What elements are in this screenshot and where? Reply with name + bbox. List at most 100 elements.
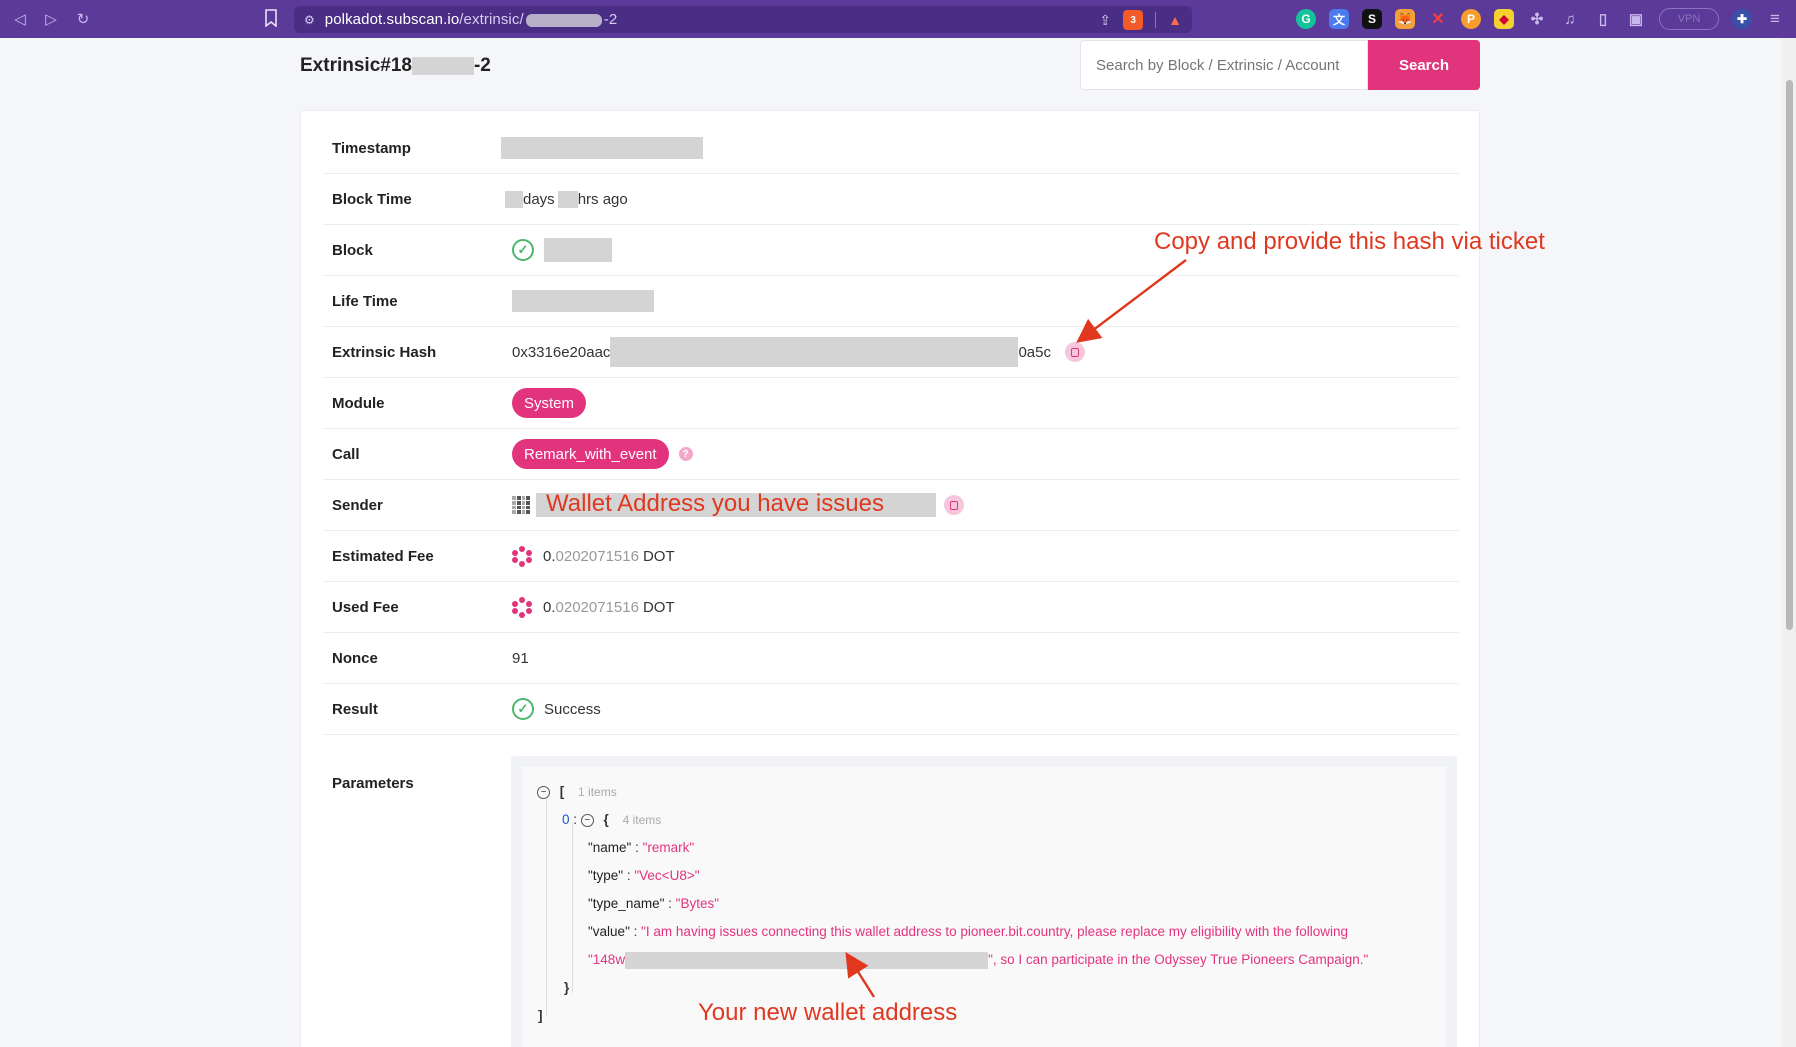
page-content: Extrinsic#18-2 Search Timestamp Block Ti… <box>0 38 1796 1047</box>
used-fee-label: Used Fee <box>332 598 399 616</box>
finalized-check-icon: ✓ <box>512 239 534 261</box>
result-value: ✓ Success <box>512 698 601 720</box>
sidebar-icon[interactable]: ▯ <box>1593 9 1613 29</box>
hash-redaction <box>610 337 1019 367</box>
block-time-days: days <box>523 190 555 208</box>
new-wallet-annotation: Your new wallet address <box>698 999 958 1026</box>
search-input[interactable] <box>1081 41 1367 89</box>
profile-flag-icon[interactable]: ✚ <box>1732 9 1752 29</box>
collapse-object-icon[interactable]: − <box>580 813 594 827</box>
module-value: System <box>512 388 587 418</box>
parameters-panel: − [ 1 items 0 : − { 4 items "name" : "re… <box>511 756 1457 1047</box>
block-number-redaction[interactable] <box>544 238 612 262</box>
back-icon[interactable]: ◁ <box>5 4 35 34</box>
sender-annotation: Wallet Address you have issues <box>546 490 884 517</box>
used-fee-dec: 0202071516 <box>555 598 639 616</box>
json-guide-outer <box>546 797 547 1017</box>
search-field[interactable] <box>1080 40 1368 90</box>
json-value-entry: "value" : "I am having issues connecting… <box>588 924 1349 939</box>
page-title: Extrinsic#18 -2 <box>300 55 491 76</box>
block-label: Block <box>332 241 373 259</box>
row-module: Module System <box>323 378 1459 429</box>
json-type-entry: "type" : "Vec<U8>" <box>588 868 700 883</box>
address-bar[interactable]: ⚙ polkadot.subscan.io/extrinsic/-2 ⇪ 3 ▲ <box>294 6 1192 33</box>
row-used-fee: Used Fee 0. 0202071516 DOT <box>323 582 1459 633</box>
puzzle-icon[interactable]: ✣ <box>1527 9 1547 29</box>
row-timestamp: Timestamp <box>323 123 1459 174</box>
json-name-entry: "name" : "remark" <box>588 840 695 855</box>
module-label: Module <box>332 394 385 412</box>
estimated-fee-value: 0. 0202071516 DOT <box>512 545 675 567</box>
brave-shields-icon[interactable]: 3 <box>1123 10 1144 30</box>
extension-shield-icon[interactable]: ◆ <box>1494 9 1514 29</box>
grammarly-icon[interactable]: G <box>1296 9 1316 29</box>
bookmark-icon[interactable] <box>264 9 278 28</box>
url-redaction <box>525 13 602 27</box>
brave-rewards-icon[interactable]: ▲ <box>1168 12 1182 28</box>
row-call: Call Remark_with_event ? <box>323 429 1459 480</box>
hash-annotation: Copy and provide this hash via ticket <box>1154 228 1545 255</box>
share-icon[interactable]: ⇪ <box>1099 12 1111 29</box>
hash-label: Extrinsic Hash <box>332 343 437 361</box>
row-life-time: Life Time <box>323 276 1459 327</box>
days-redaction <box>505 190 523 208</box>
music-icon[interactable]: ♫ <box>1560 9 1580 29</box>
used-fee-int: 0. <box>543 598 556 616</box>
search-button[interactable]: Search <box>1368 40 1480 90</box>
reload-icon[interactable]: ↻ <box>68 4 98 34</box>
polkadot-logo-icon <box>512 545 533 567</box>
timestamp-redaction <box>501 137 703 159</box>
json-value-entry-line2: "148w ", so I can participate in the Odys… <box>588 952 1369 969</box>
url-divider <box>1155 12 1157 28</box>
site-info-icon[interactable]: ⚙ <box>304 13 315 27</box>
block-time-label: Block Time <box>332 190 412 208</box>
module-pill[interactable]: System <box>512 388 587 418</box>
extension-p-icon[interactable]: P <box>1461 9 1481 29</box>
timestamp-label: Timestamp <box>332 139 411 157</box>
call-pill[interactable]: Remark_with_event <box>512 439 669 469</box>
copy-hash-icon[interactable] <box>1064 342 1085 362</box>
wallet-icon[interactable]: ▣ <box>1626 9 1646 29</box>
translate-icon[interactable]: 文 <box>1329 9 1349 29</box>
estimated-fee-label: Estimated Fee <box>332 547 434 565</box>
hash-value: 0x3316e20aac 0a5c <box>512 337 1085 367</box>
menu-icon[interactable]: ≡ <box>1765 9 1785 29</box>
parameters-json-viewer: − [ 1 items 0 : − { 4 items "name" : "re… <box>522 767 1446 1047</box>
json-array-open: − [ 1 items <box>537 784 617 799</box>
collapse-array-icon[interactable]: − <box>537 785 550 799</box>
json-object-close: } <box>564 980 570 995</box>
row-block-time: Block Time days hrs ago <box>323 174 1459 225</box>
title-redaction <box>411 56 474 75</box>
sender-identicon-icon <box>512 496 530 514</box>
row-estimated-fee: Estimated Fee 0. 0202071516 DOT <box>323 531 1459 582</box>
scrollbar-thumb[interactable] <box>1786 80 1793 630</box>
call-help-icon[interactable]: ? <box>678 447 693 461</box>
used-fee-value: 0. 0202071516 DOT <box>512 596 675 618</box>
life-time-label: Life Time <box>332 292 398 310</box>
extension-s-icon[interactable]: S <box>1362 9 1382 29</box>
url-text: polkadot.subscan.io/extrinsic/-2 <box>324 11 618 28</box>
extension-x-icon[interactable]: ✕ <box>1428 9 1448 29</box>
json-guide-inner <box>572 823 573 993</box>
metamask-icon[interactable]: 🦊 <box>1395 9 1415 29</box>
nonce-number: 91 <box>512 649 529 667</box>
browser-toolbar: ◁ ▷ ↻ ⚙ polkadot.subscan.io/extrinsic/-2… <box>0 0 1796 38</box>
used-fee-unit: DOT <box>642 598 675 616</box>
estimated-fee-unit: DOT <box>642 547 675 565</box>
forward-icon[interactable]: ▷ <box>36 4 66 34</box>
copy-sender-icon[interactable] <box>944 495 964 515</box>
block-time-value: days hrs ago <box>505 190 628 208</box>
call-value: Remark_with_event ? <box>512 439 693 469</box>
hrs-redaction <box>557 190 578 208</box>
estimated-fee-dec: 0202071516 <box>555 547 639 565</box>
nonce-label: Nonce <box>332 649 378 667</box>
estimated-fee-int: 0. <box>543 547 556 565</box>
row-result: Result ✓ Success <box>323 684 1459 735</box>
block-value: ✓ <box>512 238 612 262</box>
vpn-button[interactable]: VPN <box>1659 8 1719 30</box>
result-label: Result <box>332 700 378 718</box>
page-scrollbar[interactable] <box>1782 38 1796 1047</box>
json-type-name-entry: "type_name" : "Bytes" <box>588 896 720 911</box>
life-time-value <box>512 290 654 312</box>
life-time-redaction <box>512 290 654 312</box>
